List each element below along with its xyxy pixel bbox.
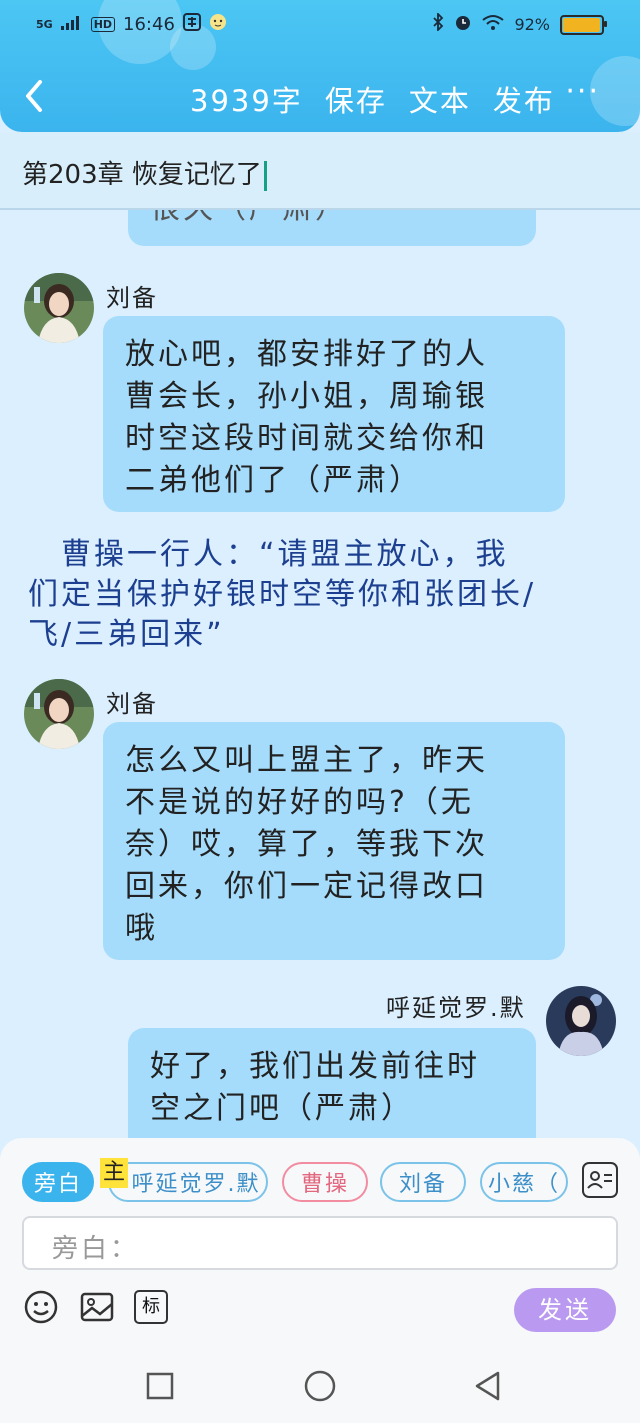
chip-xiaoci[interactable]: 小慈（ bbox=[480, 1162, 568, 1202]
compose-panel: 旁白 呼延觉罗.默 主 曹操 刘备 小慈（ 旁白： 标 发送 bbox=[0, 1138, 640, 1348]
app-notification-icon bbox=[182, 13, 201, 36]
message-line: 奈）哎，算了，等我下次 bbox=[125, 827, 488, 862]
alarm-icon bbox=[454, 13, 472, 36]
emoji-notification-icon bbox=[209, 13, 227, 36]
image-icon bbox=[80, 1292, 114, 1322]
message-input[interactable]: 旁白： bbox=[22, 1216, 618, 1270]
more-options-button[interactable]: ··· bbox=[565, 74, 600, 109]
avatar[interactable] bbox=[24, 273, 94, 343]
partial-message-bubble[interactable]: 很久（严肃） bbox=[128, 210, 536, 246]
chapter-title: 第203章 恢复记忆了 bbox=[22, 160, 262, 190]
back-button[interactable] bbox=[22, 78, 46, 123]
main-character-tag: 主 bbox=[100, 1158, 128, 1188]
sender-name: 刘备 bbox=[106, 690, 158, 718]
app-header: 5G HD 16:46 92% 3939字 保存 文本 发布 ··· bbox=[0, 0, 640, 132]
partial-message-text: 很久（严肃） bbox=[150, 210, 348, 226]
hd-badge: HD bbox=[90, 17, 116, 32]
message-bubble[interactable]: 怎么又叫上盟主了，昨天 不是说的好好的吗?（无 奈）哎，算了，等我下次 回来，你… bbox=[103, 722, 565, 960]
message-bubble[interactable]: 好了，我们出发前往时 空之门吧（严肃） bbox=[128, 1028, 536, 1138]
narration-line: 们定当保护好银时空等你和张团长/ bbox=[28, 577, 537, 612]
sender-name: 刘备 bbox=[106, 284, 158, 312]
status-bar: 5G HD 16:46 92% bbox=[0, 10, 640, 40]
bluetooth-icon bbox=[432, 11, 444, 36]
text-cursor bbox=[263, 160, 267, 191]
message-line: 好了，我们出发前往时 bbox=[150, 1049, 480, 1084]
narration-line: 飞/三弟回来” bbox=[28, 617, 225, 652]
circle-icon bbox=[304, 1370, 336, 1402]
contact-card-icon bbox=[587, 1171, 612, 1189]
send-button[interactable]: 发送 bbox=[514, 1288, 616, 1332]
message-bubble[interactable]: 放心吧，都安排好了的人 曹会长，孙小姐，周瑜银 时空这段时间就交给你和 二弟他们… bbox=[103, 316, 565, 512]
home-button[interactable] bbox=[304, 1370, 336, 1406]
tag-button[interactable]: 标 bbox=[134, 1290, 168, 1324]
clock: 16:46 bbox=[123, 14, 175, 35]
image-button[interactable] bbox=[80, 1290, 114, 1324]
contacts-button[interactable] bbox=[582, 1162, 618, 1198]
word-count: 3939字 bbox=[190, 84, 303, 118]
message-line: 时空这段时间就交给你和 bbox=[125, 421, 488, 456]
input-placeholder: 旁白： bbox=[52, 1234, 140, 1264]
system-nav-bar bbox=[0, 1348, 640, 1423]
chapter-title-input[interactable]: 第203章 恢复记忆了 bbox=[22, 154, 267, 191]
publish-button[interactable]: 发布 bbox=[493, 78, 555, 120]
chevron-left-icon bbox=[26, 80, 42, 112]
message-line: 回来，你们一定记得改口 bbox=[125, 869, 488, 904]
chapter-title-row[interactable]: 第203章 恢复记忆了 bbox=[0, 132, 640, 210]
message-line: 放心吧，都安排好了的人 bbox=[125, 337, 488, 372]
message-line: 空之门吧（严肃） bbox=[150, 1091, 414, 1126]
back-nav-button[interactable] bbox=[472, 1370, 504, 1406]
chip-caocao[interactable]: 曹操 bbox=[282, 1162, 368, 1202]
square-icon bbox=[146, 1372, 174, 1400]
chip-narrator[interactable]: 旁白 bbox=[22, 1162, 94, 1202]
text-button[interactable]: 文本 bbox=[409, 78, 471, 120]
network-label: 5G bbox=[36, 18, 53, 31]
emoji-button[interactable] bbox=[24, 1290, 58, 1324]
recent-apps-button[interactable] bbox=[146, 1372, 174, 1404]
avatar[interactable] bbox=[24, 679, 94, 749]
message-line: 哦 bbox=[125, 911, 158, 946]
editor-toolbar: 3939字 保存 文本 发布 ··· bbox=[0, 72, 640, 128]
chip-liubei[interactable]: 刘备 bbox=[380, 1162, 466, 1202]
message-line: 不是说的好好的吗?（无 bbox=[125, 785, 474, 820]
signal-icon bbox=[60, 15, 83, 35]
message-line: 二弟他们了（严肃） bbox=[125, 463, 422, 498]
sender-name: 呼延觉罗.默 bbox=[386, 994, 526, 1022]
battery-icon bbox=[560, 14, 607, 35]
triangle-back-icon bbox=[475, 1371, 500, 1401]
battery-percent: 92% bbox=[514, 15, 550, 34]
save-button[interactable]: 保存 bbox=[325, 78, 387, 120]
chip-huyanjueluo-mo[interactable]: 呼延觉罗.默 bbox=[108, 1162, 268, 1202]
message-line: 怎么又叫上盟主了，昨天 bbox=[125, 743, 488, 778]
narration-block[interactable]: 曹操一行人：“请盟主放心，我 们定当保护好银时空等你和张团长/ 飞/三弟回来” bbox=[28, 535, 608, 655]
avatar[interactable] bbox=[546, 986, 616, 1056]
narration-line: 曹操一行人：“请盟主放心，我 bbox=[28, 537, 509, 572]
chat-area[interactable]: 很久（严肃） 刘备 放心吧，都安排好了的人 曹会长，孙小姐，周瑜银 时空这段时间… bbox=[0, 210, 640, 1138]
wifi-icon bbox=[482, 14, 505, 35]
smiley-icon bbox=[24, 1290, 58, 1324]
message-line: 曹会长，孙小姐，周瑜银 bbox=[125, 379, 488, 414]
